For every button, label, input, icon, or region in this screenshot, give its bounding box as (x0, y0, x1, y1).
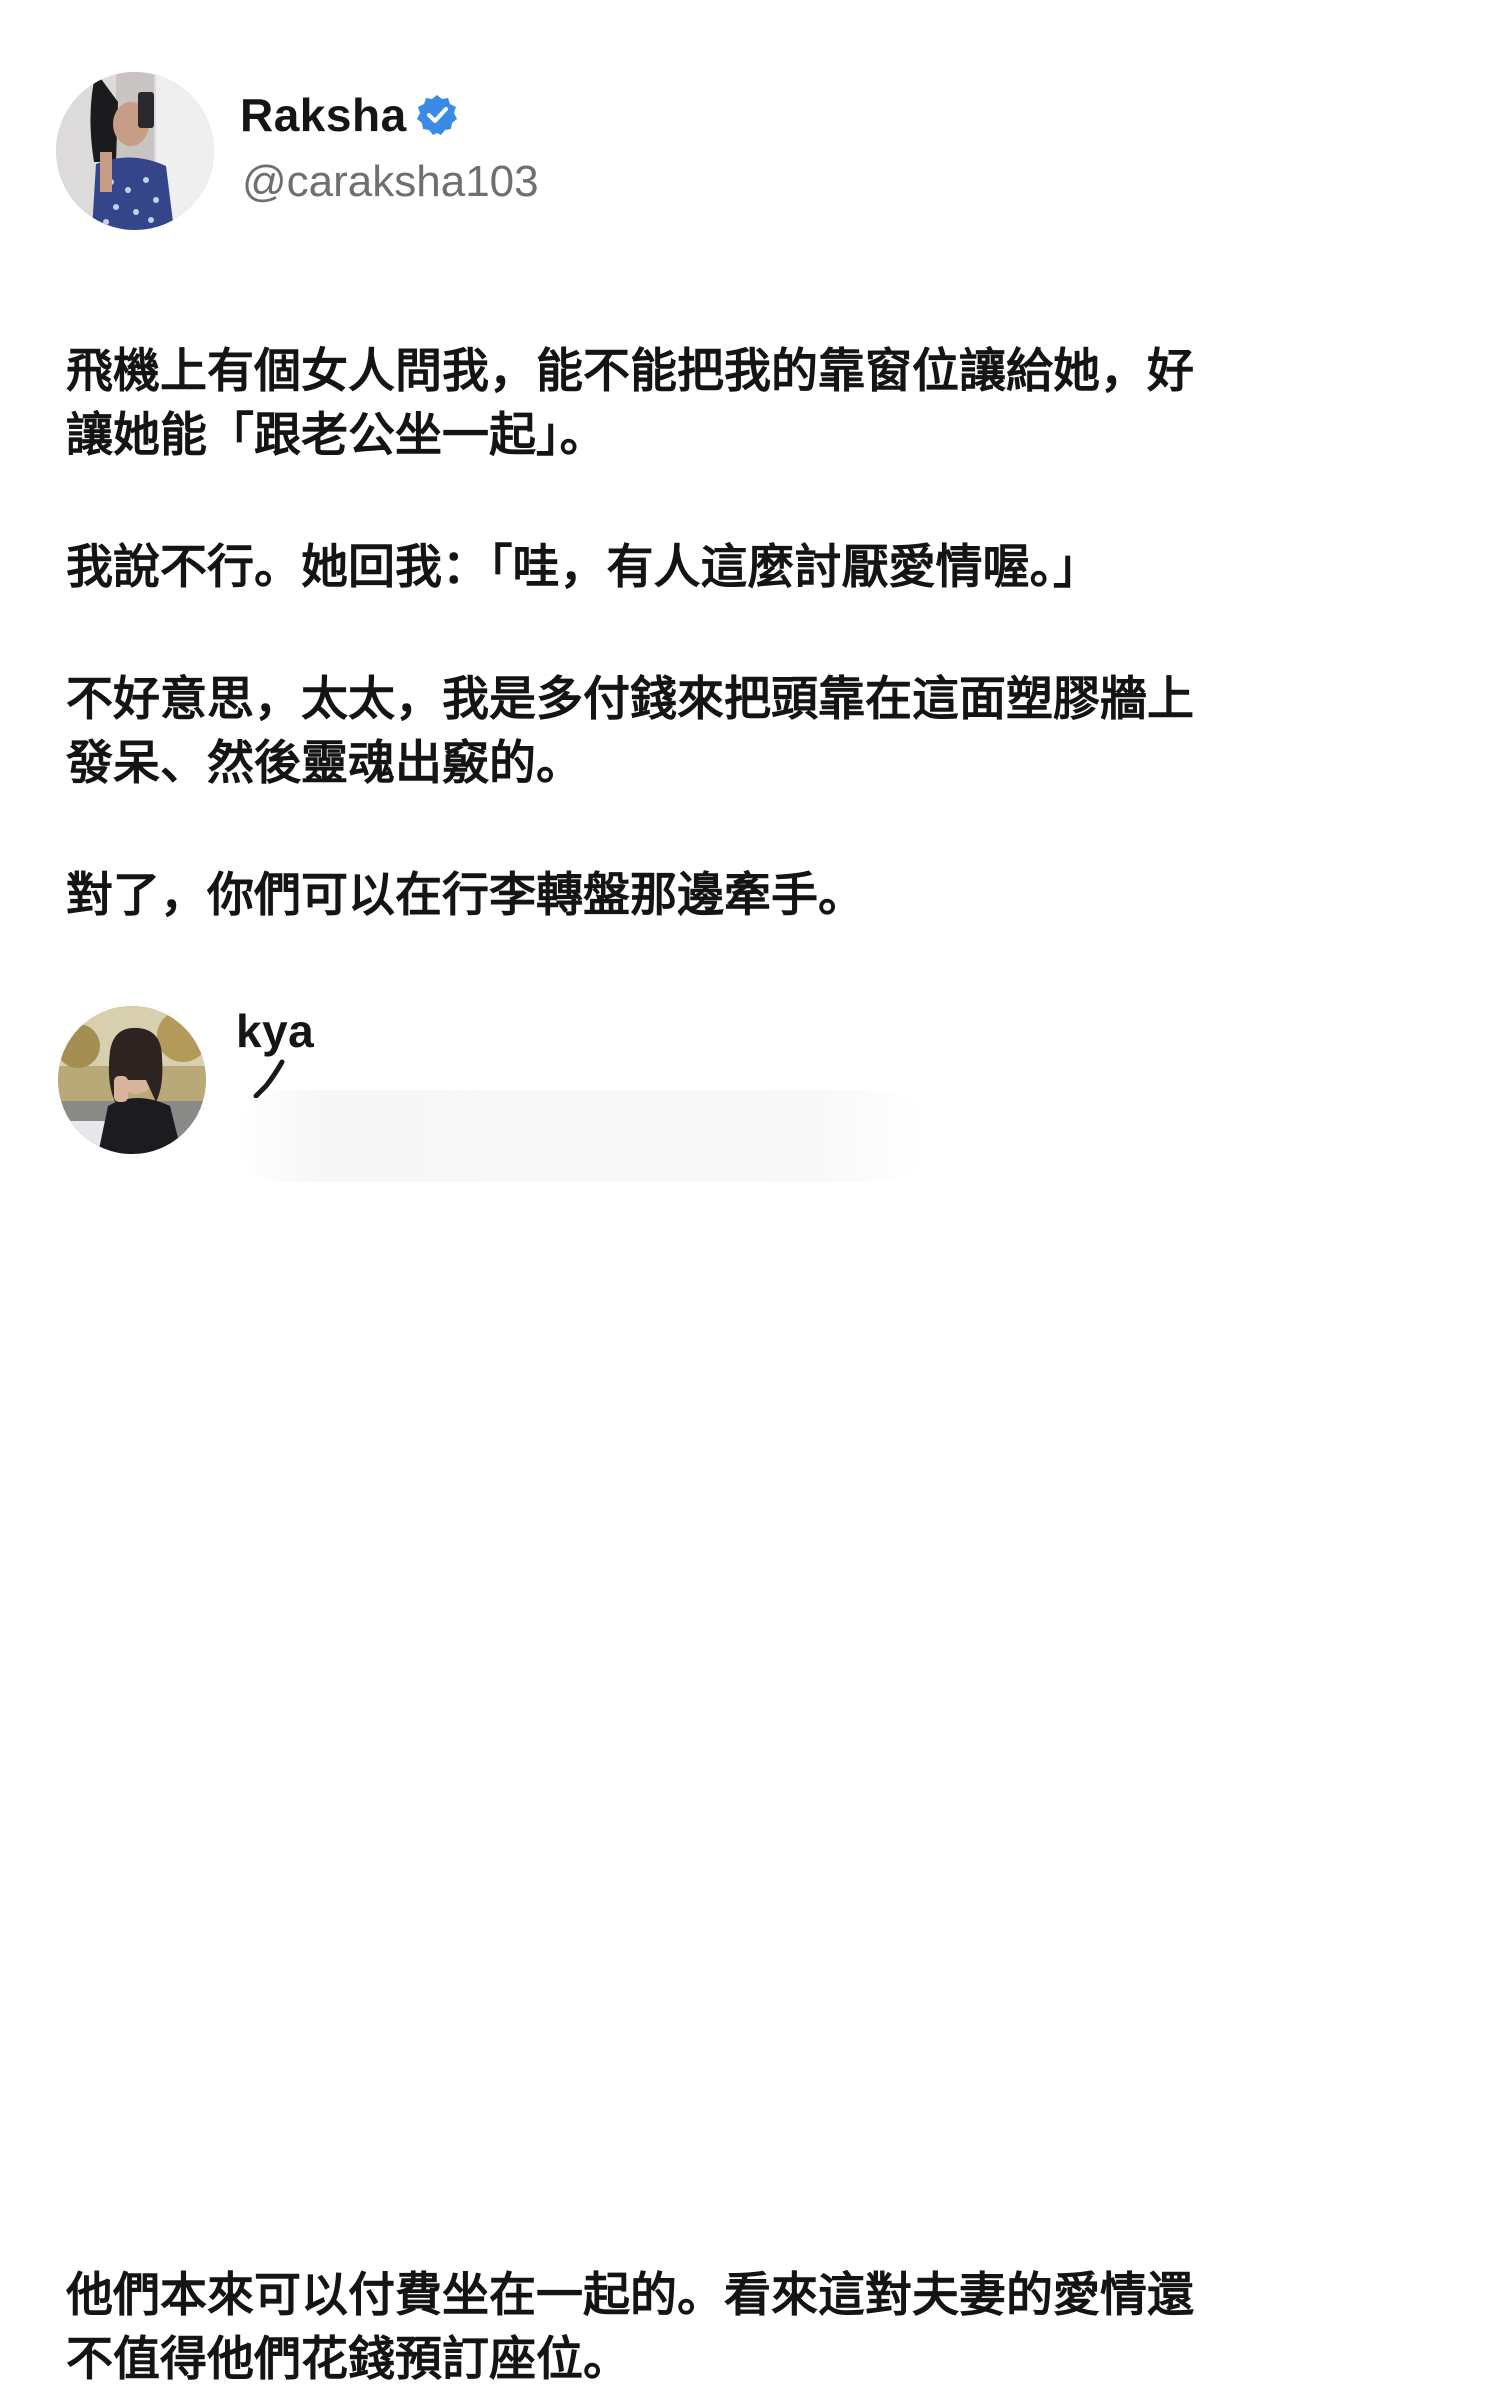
avatar[interactable] (56, 72, 214, 230)
reply-paragraph: 他們本來可以付費坐在一起的。看來這對夫妻的愛情還 不值得他們花錢預訂座位。 (66, 2268, 1194, 2387)
reply-body: 他們本來可以付費坐在一起的。看來這對夫妻的愛情還 不值得他們花錢預訂座位。 (66, 2264, 1386, 2392)
tweet-paragraph: 我說不行。她回我：「哇，有人這麼討厭愛情喔。」 (66, 540, 1100, 595)
verified-badge-icon (415, 93, 459, 137)
brush-stroke-icon (253, 1059, 285, 1098)
tweet-paragraph: 對了，你們可以在行李轉盤那邊牽手。 (66, 868, 865, 923)
display-name[interactable]: kya (236, 1008, 314, 1054)
tweet-paragraph: 不好意思，太太，我是多付錢來把頭靠在這面塑膠牆上 發呆、然後靈魂出竅的。 (66, 672, 1194, 791)
profile-photo-icon (56, 72, 214, 230)
profile-photo-icon (58, 1006, 206, 1154)
avatar[interactable] (58, 1006, 206, 1154)
redacted-handle (236, 1090, 926, 1182)
author-name-row: Raksha (240, 92, 459, 138)
author-name-row: kya (236, 1008, 314, 1054)
display-name[interactable]: Raksha (240, 92, 407, 138)
author-handle[interactable]: @caraksha103 (242, 160, 539, 204)
tweet-paragraph: 飛機上有個女人問我，能不能把我的靠窗位讓給她，好 讓她能「跟老公坐一起」。 (66, 344, 1194, 463)
tweet-body: 飛機上有個女人問我，能不能把我的靠窗位讓給她，好 讓她能「跟老公坐一起」。 我說… (66, 340, 1386, 928)
